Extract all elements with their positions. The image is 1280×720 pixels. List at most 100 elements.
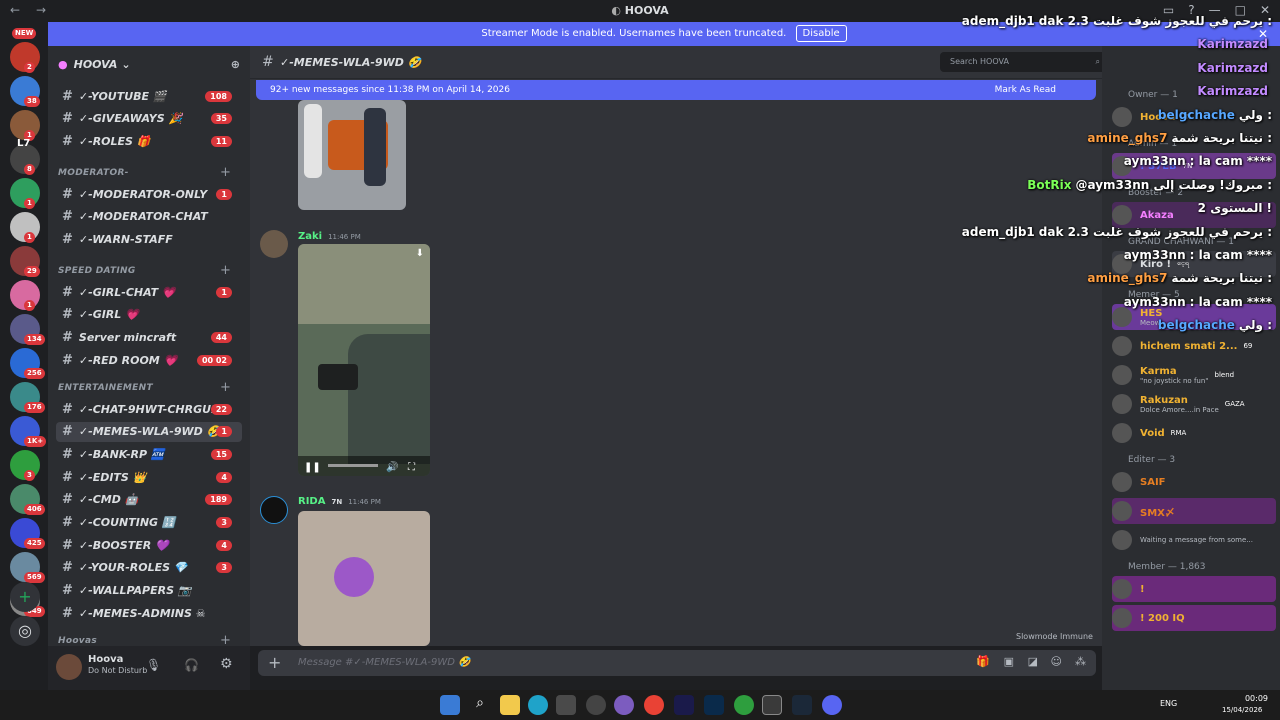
edge-icon[interactable]	[528, 695, 548, 715]
gear-icon[interactable]: ⚙	[220, 656, 233, 672]
channel-item[interactable]: # ✓-MEMES-WLA-9WD 🤣 1	[56, 421, 242, 442]
language-indicator[interactable]: ENG	[1160, 699, 1177, 708]
sticker-icon[interactable]: ◪	[1028, 655, 1038, 668]
channel-item[interactable]: # ✓-EDITS 👑 4	[56, 467, 242, 487]
maximize-icon[interactable]: □	[1235, 3, 1246, 17]
add-attachment-icon[interactable]: +	[268, 653, 281, 672]
clock[interactable]: 00:09	[1232, 694, 1268, 703]
channel-item[interactable]: # ✓-MODERATOR-CHAT	[56, 207, 242, 227]
channel-item[interactable]: # ✓-CMD 🤖 189	[56, 490, 242, 510]
emoji-icon[interactable]: ☺	[1051, 655, 1062, 668]
add-user-icon[interactable]: ⊕	[231, 58, 240, 71]
pause-icon[interactable]: ❚❚	[304, 462, 321, 473]
add-channel-icon[interactable]: +	[220, 165, 231, 180]
video-player[interactable]: ❚❚ 🔊 ⛶ ⬇	[298, 244, 430, 476]
avatar[interactable]	[260, 230, 288, 258]
member-item[interactable]: HES Meow	[1112, 304, 1276, 330]
server-header[interactable]: ● HOOVA ⌄ ⊕	[58, 54, 240, 74]
channel-item[interactable]: # ✓-WARN-STAFF	[56, 230, 242, 250]
premiere-icon[interactable]	[674, 695, 694, 715]
channel-item[interactable]: # ✓-MODERATOR-ONLY 1	[56, 184, 242, 204]
avatar[interactable]	[260, 496, 288, 524]
file-explorer-icon[interactable]	[500, 695, 520, 715]
disable-button[interactable]: Disable	[795, 25, 847, 42]
member-item[interactable]: Akaza	[1112, 202, 1276, 228]
download-icon[interactable]: ⬇	[416, 248, 424, 259]
member-status: Meow	[1140, 318, 1161, 327]
channel-item[interactable]: # ✓-BOOSTER 💜 4	[56, 535, 242, 555]
volume-icon[interactable]: 🔊	[386, 462, 398, 473]
channel-item[interactable]: # ✓-COUNTING 🔢 3	[56, 513, 242, 533]
add-channel-icon[interactable]: +	[220, 263, 231, 278]
steam-icon[interactable]	[792, 695, 812, 715]
member-item[interactable]: Karma "no joystick no fun" blend	[1112, 362, 1276, 388]
message-input[interactable]: + Message #✓-MEMES-WLA-9WD 🤣 🎁 ▣ ◪ ☺ ⁂	[258, 650, 1096, 676]
channel-item[interactable]: # ✓-GIVEAWAYS 🎉 35	[56, 109, 242, 129]
date[interactable]: 15/04/2026	[1222, 706, 1262, 714]
category-header[interactable]: MODERATOR-	[58, 168, 129, 178]
mark-read-button[interactable]: Mark As Read	[995, 80, 1056, 100]
microphone-icon[interactable]: 🎙	[146, 658, 161, 672]
message-author[interactable]: RIDA	[298, 496, 325, 507]
inbox-icon[interactable]: ▭	[1163, 3, 1174, 17]
channel-item[interactable]: # ✓-GIRL 💗	[56, 305, 242, 325]
avatar[interactable]	[56, 654, 82, 680]
apps-icon[interactable]: ⁂	[1075, 655, 1086, 668]
category-header[interactable]: ENTERTAINEMENT	[58, 383, 153, 393]
member-item[interactable]: !	[1112, 576, 1276, 602]
member-category: Owner — 1	[1128, 90, 1178, 100]
app-icon[interactable]	[734, 695, 754, 715]
channel-item[interactable]: # ✓-GIRL-CHAT 💗 1	[56, 282, 242, 302]
member-item[interactable]: hichem smati 2... 69	[1112, 333, 1276, 359]
member-item[interactable]: ! S7EB 7N	[1112, 153, 1276, 179]
fullscreen-icon[interactable]: ⛶	[408, 462, 415, 473]
channel-item[interactable]: # ✓-ROLES 🎁 11	[56, 131, 242, 151]
add-channel-icon[interactable]: +	[220, 380, 231, 395]
store-icon[interactable]	[556, 695, 576, 715]
gif-icon[interactable]: ▣	[1004, 655, 1014, 668]
minimize-icon[interactable]: —	[1209, 3, 1221, 17]
message-image[interactable]	[298, 100, 406, 210]
video-progress[interactable]	[328, 464, 378, 467]
channel-item[interactable]: # ✓-YOUR-ROLES 💎 3	[56, 558, 242, 578]
discord-icon[interactable]	[822, 695, 842, 715]
add-channel-icon[interactable]: +	[220, 633, 231, 646]
message-author[interactable]: Zaki	[298, 231, 322, 242]
channel-item[interactable]: # Server mincraft 44	[56, 328, 242, 348]
channel-item[interactable]: # ✓-YOUTUBE 🎬 108	[56, 86, 242, 106]
channel-item[interactable]: # ✓-MEMES-ADMINS ☠	[56, 603, 242, 623]
channel-item[interactable]: # ✓-CHAT-9HWT-CHRGUI 22	[56, 399, 242, 419]
category-header[interactable]: Hoovas	[58, 636, 97, 646]
search-input[interactable]: Search HOOVA ⌕	[940, 52, 1110, 72]
member-item[interactable]: Waiting a message from some...	[1112, 527, 1276, 553]
member-item[interactable]: SMX〆	[1112, 498, 1276, 524]
close-icon[interactable]: ✕	[1258, 22, 1268, 46]
app-icon[interactable]	[614, 695, 634, 715]
message-image[interactable]	[298, 511, 430, 646]
category-header[interactable]: SPEED DATING	[58, 266, 136, 276]
close-icon[interactable]: ✕	[1260, 3, 1270, 17]
member-item[interactable]: ! 200 IQ	[1112, 605, 1276, 631]
channel-item[interactable]: # ✓-WALLPAPERS 📷	[56, 581, 242, 601]
server-label[interactable]: L7	[17, 138, 30, 149]
member-item[interactable]: Hoova 7N	[1112, 104, 1276, 130]
new-messages-bar[interactable]: 92+ new messages since 11:38 PM on April…	[256, 80, 1096, 100]
add-server-icon[interactable]: +	[10, 582, 40, 612]
member-item[interactable]: Kiro ! ငေ့ရ	[1112, 251, 1276, 277]
search-icon[interactable]: ⌕	[470, 695, 490, 715]
channel-item[interactable]: # ✓-BANK-RP 🏧 15	[56, 444, 242, 464]
chrome-icon[interactable]	[644, 695, 664, 715]
member-item[interactable]: Void RMA	[1112, 420, 1276, 446]
start-icon[interactable]	[440, 695, 460, 715]
member-info: Kiro !	[1140, 259, 1171, 270]
discover-icon[interactable]: ◎	[10, 616, 40, 646]
channel-item[interactable]: # ✓-RED ROOM 💗 00 02	[56, 350, 242, 370]
app-icon[interactable]	[762, 695, 782, 715]
gift-icon[interactable]: 🎁	[976, 655, 990, 668]
headphones-icon[interactable]: 🎧	[184, 658, 199, 672]
member-item[interactable]: Rakuzan Dolce Amore....in Pace GAZA	[1112, 391, 1276, 417]
photoshop-icon[interactable]	[704, 695, 724, 715]
app-icon[interactable]	[586, 695, 606, 715]
member-item[interactable]: SAIF	[1112, 469, 1276, 495]
help-icon[interactable]: ?	[1188, 3, 1194, 17]
